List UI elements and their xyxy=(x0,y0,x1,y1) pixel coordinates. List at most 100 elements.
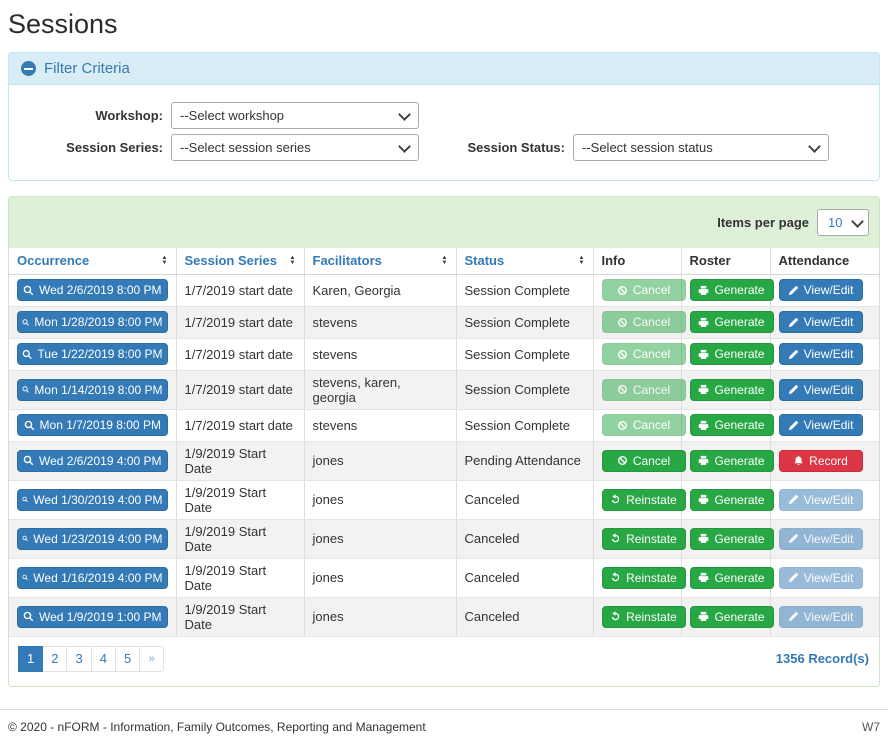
info-action-button[interactable]: Cancel xyxy=(602,311,686,333)
undo-icon xyxy=(610,533,621,544)
occurrence-button[interactable]: Mon 1/14/2019 8:00 PM xyxy=(17,379,168,401)
attendance-cell: View/Edit xyxy=(770,274,879,306)
pagination-button[interactable]: 1 xyxy=(18,646,43,672)
facilitators-cell: jones xyxy=(304,441,456,480)
items-per-page-label: Items per page xyxy=(717,215,809,230)
info-action-button[interactable]: Cancel xyxy=(602,379,686,401)
status-cell: Session Complete xyxy=(456,306,593,338)
attendance-cell: View/Edit xyxy=(770,558,879,597)
table-row: Wed 1/30/2019 4:00 PM 1/9/2019 Start Dat… xyxy=(9,480,879,519)
facilitators-cell: stevens xyxy=(304,306,456,338)
pagination-button[interactable]: 5 xyxy=(115,646,140,672)
collapse-minus-circle-icon[interactable] xyxy=(21,61,36,76)
info-action-button[interactable]: Cancel xyxy=(602,450,686,472)
info-cell: Cancel xyxy=(593,338,681,370)
printer-icon xyxy=(698,285,709,296)
occurrence-button[interactable]: Wed 1/23/2019 4:00 PM xyxy=(17,528,168,550)
roster-generate-button[interactable]: Generate xyxy=(690,343,774,365)
undo-icon xyxy=(610,572,621,583)
printer-icon xyxy=(698,572,709,583)
occurrence-button[interactable]: Wed 2/6/2019 8:00 PM xyxy=(17,279,168,301)
attendance-action-button[interactable]: View/Edit xyxy=(779,606,863,628)
info-action-button[interactable]: Cancel xyxy=(602,279,686,301)
filter-criteria-header[interactable]: Filter Criteria xyxy=(9,53,879,85)
facilitators-cell: stevens, karen, georgia xyxy=(304,370,456,409)
status-cell: Canceled xyxy=(456,480,593,519)
session-series-label: Session Series: xyxy=(9,140,171,155)
workshop-select[interactable]: --Select workshop xyxy=(171,102,419,129)
attendance-action-button[interactable]: View/Edit xyxy=(779,343,863,365)
roster-generate-button[interactable]: Generate xyxy=(690,489,774,511)
table-row: Wed 2/6/2019 4:00 PM 1/9/2019 Start Date… xyxy=(9,441,879,480)
info-action-button[interactable]: Cancel xyxy=(602,414,686,436)
version-code: W7 xyxy=(862,720,880,734)
roster-generate-button[interactable]: Generate xyxy=(690,379,774,401)
undo-icon xyxy=(610,494,621,505)
column-header-attendance: Attendance xyxy=(770,248,879,274)
column-header-session-series[interactable]: Session Series ▲▼ xyxy=(176,248,304,274)
pagination-button[interactable]: 2 xyxy=(42,646,67,672)
attendance-action-button[interactable]: View/Edit xyxy=(779,489,863,511)
roster-generate-button[interactable]: Generate xyxy=(690,528,774,550)
filter-criteria-body: Workshop: --Select workshop Session Seri… xyxy=(9,85,879,180)
occurrence-button[interactable]: Wed 2/6/2019 4:00 PM xyxy=(17,450,168,472)
occurrence-button[interactable]: Wed 1/9/2019 1:00 PM xyxy=(17,606,168,628)
ban-icon xyxy=(617,349,628,360)
roster-generate-button[interactable]: Generate xyxy=(690,279,774,301)
status-cell: Canceled xyxy=(456,519,593,558)
undo-icon xyxy=(610,611,621,622)
grid-footer: 1 2 3 4 5 xyxy=(9,637,879,686)
info-action-button[interactable]: Reinstate xyxy=(602,606,686,628)
occurrence-button[interactable]: Mon 1/7/2019 8:00 PM xyxy=(17,414,168,436)
occurrence-cell: Mon 1/7/2019 8:00 PM xyxy=(9,409,176,441)
pencil-icon xyxy=(788,494,799,505)
pagination-button[interactable]: 4 xyxy=(91,646,116,672)
pencil-icon xyxy=(788,285,799,296)
info-action-button[interactable]: Cancel xyxy=(602,343,686,365)
items-per-page-select[interactable]: 10 xyxy=(817,209,869,236)
info-cell: Reinstate xyxy=(593,558,681,597)
occurrence-button[interactable]: Wed 1/16/2019 4:00 PM xyxy=(17,567,168,589)
attendance-cell: Record xyxy=(770,441,879,480)
attendance-action-button[interactable]: View/Edit xyxy=(779,379,863,401)
column-header-status[interactable]: Status ▲▼ xyxy=(456,248,593,274)
session-series-select[interactable]: --Select session series xyxy=(171,134,419,161)
column-header-occurrence[interactable]: Occurrence ▲▼ xyxy=(9,248,176,274)
attendance-action-button[interactable]: View/Edit xyxy=(779,528,863,550)
attendance-action-button[interactable]: View/Edit xyxy=(779,311,863,333)
info-action-button[interactable]: Reinstate xyxy=(602,567,686,589)
session-series-cell: 1/9/2019 Start Date xyxy=(176,519,304,558)
pagination-button[interactable]: » xyxy=(139,646,164,672)
column-header-info: Info xyxy=(593,248,681,274)
occurrence-button[interactable]: Wed 1/30/2019 4:00 PM xyxy=(17,489,168,511)
attendance-action-button[interactable]: View/Edit xyxy=(779,414,863,436)
pagination-button[interactable]: 3 xyxy=(66,646,91,672)
occurrence-button[interactable]: Mon 1/28/2019 8:00 PM xyxy=(17,311,168,333)
attendance-action-button[interactable]: View/Edit xyxy=(779,567,863,589)
roster-generate-button[interactable]: Generate xyxy=(690,414,774,436)
session-status-select[interactable]: --Select session status xyxy=(573,134,829,161)
info-cell: Cancel xyxy=(593,370,681,409)
roster-generate-button[interactable]: Generate xyxy=(690,567,774,589)
attendance-action-button[interactable]: Record xyxy=(779,450,863,472)
column-header-facilitators[interactable]: Facilitators ▲▼ xyxy=(304,248,456,274)
session-series-cell: 1/9/2019 Start Date xyxy=(176,558,304,597)
info-action-button[interactable]: Reinstate xyxy=(602,489,686,511)
search-icon xyxy=(22,494,28,505)
facilitators-cell: jones xyxy=(304,558,456,597)
session-series-select-wrap: --Select session series xyxy=(171,134,419,161)
pencil-icon xyxy=(788,420,799,431)
session-status-select-wrap: --Select session status xyxy=(573,134,829,161)
roster-generate-button[interactable]: Generate xyxy=(690,606,774,628)
roster-generate-button[interactable]: Generate xyxy=(690,450,774,472)
pencil-icon xyxy=(788,384,799,395)
facilitators-cell: jones xyxy=(304,597,456,636)
info-action-button[interactable]: Reinstate xyxy=(602,528,686,550)
roster-generate-button[interactable]: Generate xyxy=(690,311,774,333)
occurrence-button[interactable]: Tue 1/22/2019 8:00 PM xyxy=(17,343,168,365)
attendance-action-button[interactable]: View/Edit xyxy=(779,279,863,301)
page-title: Sessions xyxy=(8,9,880,40)
table-row: Wed 1/9/2019 1:00 PM 1/9/2019 Start Date… xyxy=(9,597,879,636)
occurrence-cell: Wed 2/6/2019 8:00 PM xyxy=(9,274,176,306)
sessions-table-head: Occurrence ▲▼ Session Series ▲▼ Facilita… xyxy=(9,248,879,274)
